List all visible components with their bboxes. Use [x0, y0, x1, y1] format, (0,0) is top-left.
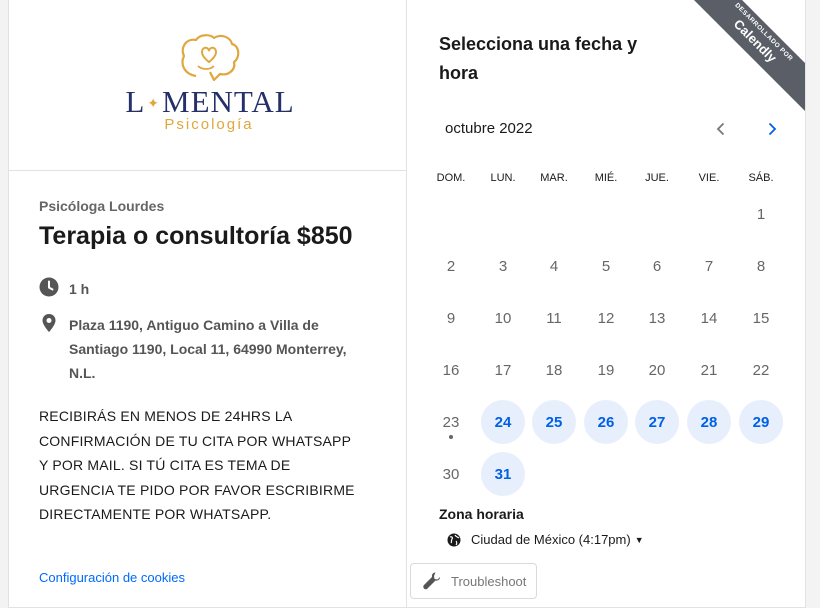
- description-line: RECIBIRÁS EN MENOS DE 24HRS LA: [39, 408, 293, 424]
- brain-heart-logo-icon: [181, 34, 240, 82]
- scheduler-title-line: hora: [439, 63, 479, 83]
- location-line: Plaza 1190, Antiguo Camino a Villa de: [69, 317, 319, 333]
- weekday-label: VIE.: [698, 172, 720, 184]
- calendar-day: 30: [442, 465, 460, 483]
- clock-icon: [39, 277, 59, 297]
- location-row: Plaza 1190, Antiguo Camino a Villa de Sa…: [39, 313, 347, 385]
- event-title: Terapia o consultoría $850: [39, 222, 353, 250]
- duration-text: 1 h: [69, 281, 90, 297]
- next-month-button[interactable]: [758, 115, 786, 143]
- calendar-day: 5: [601, 257, 611, 275]
- caret-down-icon: ▼: [634, 534, 644, 545]
- calendar-day: 21: [700, 361, 718, 379]
- calendar-day: 22: [752, 361, 770, 379]
- calendar-day-available[interactable]: 27: [635, 400, 679, 444]
- timezone-select[interactable]: Ciudad de México (4:17pm) ▼: [447, 532, 644, 547]
- wrench-icon: [423, 572, 440, 590]
- calendar-day: 16: [442, 361, 460, 379]
- troubleshoot-label: Troubleshoot: [451, 573, 527, 589]
- event-details-panel: L ✦MENTAL Psicología Psicóloga Lourdes Te…: [9, 0, 407, 607]
- logo-subtitle: Psicología: [164, 116, 254, 133]
- weekday-label: MIÉ.: [594, 172, 618, 184]
- description-line: CONFIRMACIÓN DE TU CITA POR WHATSAPP: [39, 432, 352, 449]
- calendar-day: 4: [549, 257, 559, 275]
- calendar-day: 2: [446, 257, 456, 275]
- timezone-label: Zona horaria: [439, 506, 524, 522]
- calendar-day: 12: [597, 309, 615, 327]
- calendar-day: 15: [752, 309, 770, 327]
- event-description: RECIBIRÁS EN MENOS DE 24HRS LA CONFIRMAC…: [39, 404, 389, 527]
- calendar-day: 13: [648, 309, 666, 327]
- calendar-panel: Selecciona una fecha y hora octubre 2022…: [407, 0, 805, 607]
- logo-letter-l: L: [125, 84, 146, 119]
- description-line: Y POR MAIL. SI TÚ CITA ES TEMA DE: [39, 457, 291, 473]
- calendar-day-available[interactable]: 26: [584, 400, 628, 444]
- calendar-day: 19: [597, 361, 615, 379]
- location-pin-icon: [42, 314, 56, 332]
- timezone-value: Ciudad de México (4:17pm): [471, 532, 631, 547]
- weekday-label: JUE.: [645, 172, 669, 184]
- organizer-name: Psicóloga Lourdes: [39, 198, 165, 214]
- today-indicator: [449, 435, 453, 439]
- calendar-day: 17: [494, 361, 512, 379]
- calendar-day: 7: [704, 257, 714, 275]
- location-line: Santiago 1190, Local 11, 64990 Monterrey…: [69, 341, 347, 357]
- brand-logo-area: L ✦MENTAL Psicología: [9, 0, 407, 171]
- calendar-day: 3: [498, 257, 508, 275]
- chevron-left-icon: [716, 122, 725, 136]
- calendar-day: 9: [446, 309, 456, 327]
- location-line: N.L.: [69, 365, 96, 381]
- calendar-day-available[interactable]: 29: [739, 400, 783, 444]
- calendar-day: 10: [494, 309, 512, 327]
- weekday-label: LUN.: [490, 172, 516, 184]
- troubleshoot-button[interactable]: Troubleshoot: [410, 563, 538, 599]
- calendar-day-available[interactable]: 24: [481, 400, 525, 444]
- calendar-day-available[interactable]: 28: [687, 400, 731, 444]
- cookie-settings-link[interactable]: Configuración de cookies: [39, 570, 185, 585]
- calendar-day: 20: [648, 361, 666, 379]
- globe-icon: [447, 533, 461, 546]
- chevron-right-icon: [768, 122, 777, 136]
- duration-row: 1 h: [39, 277, 89, 301]
- calendar-day: 18: [545, 361, 563, 379]
- calendar-day: 11: [546, 309, 562, 327]
- month-label: octubre 2022: [445, 120, 533, 137]
- scheduler-title-line: Selecciona una fecha y: [439, 34, 638, 54]
- description-line: URGENCIA TE PIDO POR FAVOR ESCRIBIRME: [39, 481, 355, 498]
- weekday-label: DOM.: [436, 172, 466, 184]
- logo-word-mental: MENTAL: [162, 84, 295, 119]
- calendar-day: 6: [652, 257, 662, 275]
- previous-month-button[interactable]: [707, 115, 735, 143]
- logo-wordmark: L ✦MENTAL: [125, 84, 295, 120]
- calendar-day: 8: [756, 257, 766, 275]
- booking-card: L ✦MENTAL Psicología Psicóloga Lourdes Te…: [8, 0, 806, 608]
- description-line: DIRECTAMENTE POR WHATSAPP.: [39, 506, 272, 522]
- calendar-day: 23: [429, 400, 473, 444]
- logo-diamond: ✦: [147, 97, 160, 113]
- calendar-day: 1: [756, 205, 766, 223]
- calendar-day: 14: [700, 309, 718, 327]
- calendar-day-available[interactable]: 25: [532, 400, 576, 444]
- weekday-label: SÁB.: [748, 172, 774, 184]
- calendar-day-available[interactable]: 31: [481, 452, 525, 496]
- location-text: Plaza 1190, Antiguo Camino a Villa de Sa…: [69, 313, 347, 385]
- scheduler-title: Selecciona una fecha y hora: [439, 30, 689, 88]
- weekday-label: MAR.: [540, 172, 568, 184]
